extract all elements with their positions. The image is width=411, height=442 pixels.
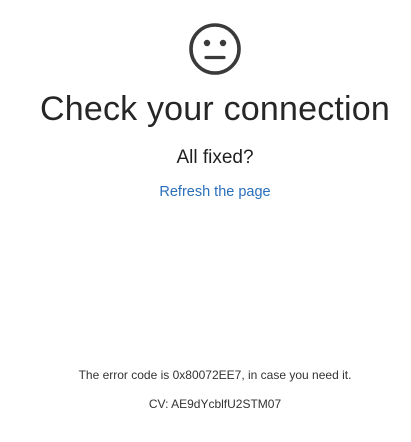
refresh-page-link[interactable]: Refresh the page bbox=[0, 184, 411, 200]
correlation-vector-text: CV: AE9dYcblfU2STM07 bbox=[148, 397, 282, 411]
neutral-face-icon bbox=[189, 23, 241, 75]
page-title: Check your connection bbox=[39, 90, 391, 128]
error-code-text: The error code is 0x80072EE7, in case yo… bbox=[78, 368, 352, 382]
all-fixed-heading: All fixed? bbox=[176, 147, 254, 168]
error-page: Check your connection All fixed? Refresh… bbox=[0, 0, 411, 442]
